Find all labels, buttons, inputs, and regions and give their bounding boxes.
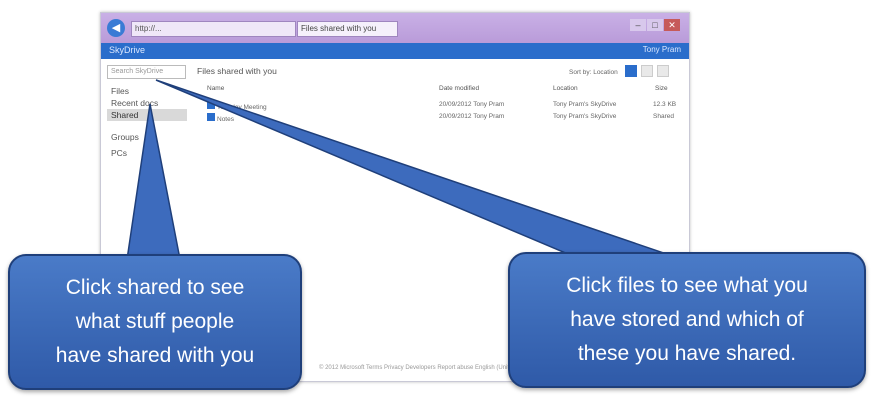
callout-line: have stored and which of: [570, 308, 804, 331]
callout-shared: Click shared to see what stuff people ha…: [8, 254, 302, 390]
callout-line: Click files to see what you: [566, 274, 808, 297]
callout-line: have shared with you: [55, 344, 255, 367]
callout-files: Click files to see what you have stored …: [508, 252, 866, 388]
right-callout-pointer: [155, 79, 693, 277]
callout-line: these you have shared.: [577, 342, 797, 365]
callout-line: what stuff people: [75, 310, 235, 333]
callout-line: Click shared to see: [65, 276, 245, 299]
